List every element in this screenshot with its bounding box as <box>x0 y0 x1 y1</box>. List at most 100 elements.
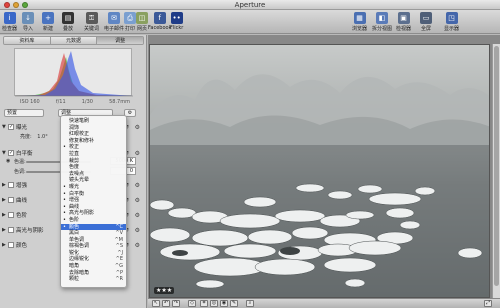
menu-item-label: 棕褐色调 <box>69 243 90 250</box>
toolbar-button-label: Facebook <box>148 25 172 31</box>
exposure-checkbox[interactable]: ✓ <box>8 124 14 130</box>
flickr-icon: •• <box>170 12 183 24</box>
action-menu-icon[interactable]: ⚙ <box>135 242 140 249</box>
menu-item-label: 镜头光晕 <box>69 177 90 184</box>
action-menu-icon[interactable]: ⚙ <box>135 150 140 157</box>
toolbar-button-flickr[interactable]: •• Flickr <box>170 12 183 31</box>
menu-item-label: 曝光 <box>69 183 80 190</box>
photo-viewer[interactable]: ★★★ <box>149 44 490 298</box>
preset-popup[interactable]: 预置 <box>4 109 44 117</box>
menu-item-shortcut: ^C <box>115 223 123 230</box>
toolbar-button-inspector[interactable]: i 检查器 <box>2 12 17 32</box>
crop-tool-icon[interactable]: ⌗ <box>200 300 208 307</box>
toolbar-button-browser[interactable]: ▦ 浏览器 <box>352 12 367 32</box>
menu-item-mark: • <box>63 216 66 223</box>
toolbar-button-label: 打印 <box>124 26 135 32</box>
menu-item[interactable]: 黑白 ^V <box>61 230 126 237</box>
menu-item[interactable]: 棕褐色调 ^S <box>61 243 126 250</box>
menu-item-shortcut: ^R <box>115 276 123 283</box>
menu-item-label: 去除暗角 <box>69 269 90 276</box>
toolbar-button-import[interactable]: ↓ 导入 <box>22 12 34 32</box>
menu-item-label: 白平衡 <box>69 190 85 197</box>
menu-item-mark: • <box>63 183 66 190</box>
menu-item-label: 暗角 <box>69 263 80 270</box>
toolbar-button-webpage[interactable]: ◫ 网页 <box>136 12 148 32</box>
scrollbar-thumb[interactable] <box>494 46 499 286</box>
section-label: 曲线 <box>16 198 28 204</box>
menu-item-label: 快速笔刷 <box>69 118 90 124</box>
inspector-icon: i <box>3 12 16 24</box>
toolbar-button-print[interactable]: ⎙ 打印 <box>124 12 136 32</box>
toolbar-button-label: 检视器 <box>396 26 412 32</box>
menu-item[interactable]: • 曝光 <box>61 184 126 191</box>
toolbar-button-email[interactable]: ✉ 电子邮件 <box>104 12 124 32</box>
exif-info: ISO 160 f/11 1/30 58.7mm <box>20 99 130 105</box>
toolbar-button-keywords[interactable]: ⚿ 关键词 <box>84 12 99 32</box>
white-balance-checkbox[interactable]: ✓ <box>8 150 14 156</box>
tab-adjustments[interactable]: 调整 <box>97 37 143 44</box>
window-title: Aperture <box>234 1 266 9</box>
menu-item[interactable]: 拉直 <box>61 151 126 158</box>
toolbar-button-fullscreen[interactable]: ▭ 全屏 <box>420 12 432 32</box>
rotate-right-icon[interactable]: ↷ <box>172 300 180 307</box>
menu-item-shortcut: ^J <box>117 249 123 256</box>
toolbar-button-stack[interactable]: ▤ 叠放 <box>62 12 74 32</box>
email-icon: ✉ <box>108 12 120 24</box>
toolbar-button-facebook[interactable]: f Facebook <box>148 12 172 31</box>
exif-shutter: 1/30 <box>81 99 93 105</box>
rating-stars[interactable]: ★★★ <box>154 287 175 294</box>
color-checkbox[interactable] <box>8 242 14 248</box>
loupe-tool-icon[interactable]: ⌕ <box>246 300 254 307</box>
expand-icon[interactable]: ⤢ <box>484 300 492 307</box>
menu-item[interactable]: • 增强 <box>61 197 126 204</box>
menu-item[interactable]: • 高光与阴影 <box>61 210 126 217</box>
action-menu-icon[interactable]: ⚙ <box>135 124 140 131</box>
window-title-bar: Aperture <box>0 0 500 10</box>
menu-item-label: 校正 <box>69 144 80 151</box>
action-menu-icon[interactable]: ⚙ <box>135 227 140 234</box>
lift-stamp-tool-icon[interactable]: ✎ <box>230 300 238 307</box>
menu-item[interactable]: 红眼校正 <box>61 131 126 138</box>
toolbar-button-label: 新建 <box>42 26 53 32</box>
eyedropper-icon[interactable]: ◉ <box>6 158 10 164</box>
section-label: 曝光 <box>16 125 28 131</box>
menu-item[interactable]: 颗粒 ^R <box>61 276 126 283</box>
histogram-graph <box>15 51 133 97</box>
main-toolbar: i 检查器 ↓ 导入 + 新建 ▤ 叠放 ⚿ 关键词 ✉ 电子邮件 ⎙ 打印 ◫ 网页 f Facebook •• F… <box>0 10 500 34</box>
menu-item[interactable]: 色度 <box>61 164 126 171</box>
curves-checkbox[interactable] <box>8 197 14 203</box>
tab-metadata[interactable]: 元数据 <box>50 37 98 44</box>
action-menu-icon[interactable]: ⚙ <box>135 212 140 219</box>
viewer-scrollbar[interactable] <box>492 44 500 298</box>
red-eye-tool-icon[interactable]: ◉ <box>220 300 228 307</box>
levels-checkbox[interactable] <box>8 212 14 218</box>
spot-patch-tool-icon[interactable]: ◎ <box>210 300 218 307</box>
action-menu-icon[interactable]: ⚙ <box>135 197 140 204</box>
preset-label: 预置 <box>7 110 18 116</box>
menu-item-mark: • <box>63 203 66 210</box>
menu-item-label: 增强 <box>69 197 80 204</box>
tab-library[interactable]: 资料库 <box>4 37 51 44</box>
menu-item-label: 高光与阴影 <box>69 210 95 217</box>
menu-item[interactable]: • 校正 <box>61 144 126 151</box>
rotate-left-icon[interactable]: ↶ <box>162 300 170 307</box>
enhance-checkbox[interactable] <box>8 182 14 188</box>
webpage-icon: ◫ <box>136 12 148 24</box>
toolbar-button-viewer[interactable]: ▣ 检视器 <box>396 12 411 32</box>
straighten-tool-icon[interactable]: ◇ <box>188 300 196 307</box>
menu-item-label: 润饰 <box>69 124 80 131</box>
toolbar-button-label: Flickr <box>170 25 184 31</box>
menu-item-label: 锐化 <box>69 249 80 256</box>
action-menu-icon[interactable]: ⚙ <box>135 182 140 189</box>
toolbar-button-label: 显示器 <box>444 26 460 32</box>
highlights-shadows-checkbox[interactable] <box>8 227 14 233</box>
toolbar-button-crop[interactable]: ◳ 显示器 <box>444 12 459 32</box>
toolbar-button-new[interactable]: + 新建 <box>42 12 54 32</box>
select-tool-icon[interactable]: ↖ <box>152 300 160 307</box>
menu-item[interactable]: 镜头光晕 <box>61 177 126 184</box>
menu-item[interactable]: 快速笔刷 <box>61 118 126 125</box>
keyword-icon: ⚿ <box>85 12 98 24</box>
menu-item[interactable]: • 色阶 <box>61 217 126 224</box>
toolbar-button-split[interactable]: ◧ 拆分视图 <box>372 12 392 32</box>
menu-item[interactable]: 暗角 ^G <box>61 263 126 270</box>
